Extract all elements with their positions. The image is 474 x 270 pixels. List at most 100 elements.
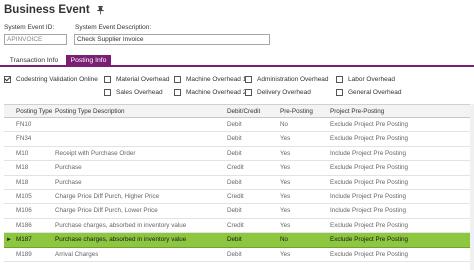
page-title: Business Event: [4, 4, 90, 16]
tab-bar: Transaction Info Posting Info: [0, 55, 474, 67]
debit-credit-cell[interactable]: Debit: [227, 176, 242, 189]
table-row[interactable]: ► M187 Purchase charges, absorbed in inven…: [4, 233, 471, 248]
checkbox[interactable]: [104, 76, 111, 83]
checkbox-label: Labor Overhead: [348, 76, 395, 83]
posting-type-cell[interactable]: M106: [16, 204, 32, 217]
column-header-pre-posting[interactable]: Pre-Posting: [280, 105, 313, 117]
project-pre-posting-cell[interactable]: Include Project Pre Posting: [330, 190, 406, 203]
pre-posting-cell[interactable]: Yes: [280, 147, 290, 160]
posting-type-cell[interactable]: M18: [16, 176, 28, 189]
checkbox[interactable]: [245, 76, 252, 83]
checkbox[interactable]: [245, 89, 252, 96]
project-pre-posting-cell[interactable]: Exclude Project Pre Posting: [330, 161, 408, 174]
checkbox[interactable]: [174, 76, 181, 83]
table-row[interactable]: M18 Purchase Credit Yes Exclude Project Pre …: [4, 161, 471, 176]
description-cell[interactable]: Charge Price Diff Purch, Lower Price: [55, 204, 158, 217]
pre-posting-cell[interactable]: No: [280, 233, 288, 246]
machine-overhead-1-checkbox[interactable]: Machine Overhead 1: [174, 76, 246, 83]
description-cell[interactable]: Receipt with Purchase Order: [55, 147, 136, 160]
table-row[interactable]: M10 Receipt with Purchase Order Debit Yes In…: [4, 147, 471, 162]
project-pre-posting-cell[interactable]: Exclude Project Pre Posting: [330, 176, 408, 189]
administration-overhead-checkbox[interactable]: Administration Overhead: [245, 76, 329, 83]
event-id-field[interactable]: APINVOICE: [4, 34, 67, 45]
column-header-debit-credit[interactable]: Debit/Credit: [227, 105, 260, 117]
description-cell[interactable]: Purchase charges, absorbed in inventory …: [55, 233, 186, 246]
table-row[interactable]: M105 Charge Price Diff Purch, Higher Pric…: [4, 190, 471, 205]
material-overhead-checkbox[interactable]: Material Overhead: [104, 76, 169, 83]
debit-credit-cell[interactable]: Debit: [227, 248, 242, 261]
pre-posting-cell[interactable]: No: [280, 118, 288, 131]
pre-posting-cell[interactable]: Yes: [280, 219, 290, 232]
posting-type-cell[interactable]: FN10: [16, 118, 31, 131]
table-row[interactable]: FN34 Debit Yes Exclude Project Pre Posting: [4, 132, 471, 147]
title-row: Business Event: [4, 3, 105, 17]
posting-type-cell[interactable]: M189: [16, 248, 32, 261]
pre-posting-cell[interactable]: Yes: [280, 176, 290, 189]
column-header-posting-type[interactable]: Posting Type: [16, 105, 52, 117]
table-header: Posting Type Posting Type Description De…: [4, 104, 471, 118]
vertical-scrollbar[interactable]: [470, 104, 474, 270]
checkbox-label: Codestring Validation Online: [16, 76, 98, 83]
posting-type-cell[interactable]: M105: [16, 190, 32, 203]
debit-credit-cell[interactable]: Credit: [227, 161, 244, 174]
project-pre-posting-cell[interactable]: Exclude Project Pre Posting: [330, 132, 408, 145]
checkbox-label: Material Overhead: [116, 76, 170, 83]
project-pre-posting-cell[interactable]: Exclude Project Pre Posting: [330, 219, 408, 232]
debit-credit-cell[interactable]: Debit: [227, 132, 242, 145]
checkbox-label: Administration Overhead: [257, 76, 329, 83]
checkbox[interactable]: [174, 89, 181, 96]
description-cell[interactable]: Purchase charges, absorbed in inventory …: [55, 219, 186, 232]
project-pre-posting-cell[interactable]: Exclude Project Pre Posting: [330, 248, 408, 261]
project-pre-posting-cell[interactable]: Exclude Project Pre Posting: [330, 118, 408, 131]
pre-posting-cell[interactable]: Yes: [280, 132, 290, 145]
debit-credit-cell[interactable]: Debit: [227, 118, 242, 131]
posting-type-cell[interactable]: M18: [16, 161, 28, 174]
debit-credit-cell[interactable]: Debit: [227, 233, 242, 246]
tab-posting-info[interactable]: Posting Info: [66, 55, 111, 67]
codestring-validation-checkbox[interactable]: Codestring Validation Online: [4, 76, 98, 83]
column-header-description[interactable]: Posting Type Description: [55, 105, 125, 117]
description-cell[interactable]: Arrival Charges: [55, 248, 98, 261]
posting-type-cell[interactable]: M186: [16, 219, 32, 232]
pre-posting-cell[interactable]: Yes: [280, 190, 290, 203]
posting-type-cell[interactable]: M187: [16, 233, 32, 246]
table-row[interactable]: M18 Purchase Debit Yes Exclude Project Pre P…: [4, 176, 471, 190]
project-pre-posting-cell[interactable]: Exclude Project Pre Posting: [330, 233, 408, 246]
description-cell[interactable]: Charge Price Diff Purch, Higher Price: [55, 190, 159, 203]
project-pre-posting-cell[interactable]: Include Project Pre Posting: [330, 204, 406, 217]
description-label: System Event Description:: [75, 24, 152, 31]
pin-icon[interactable]: [96, 5, 105, 15]
posting-type-cell[interactable]: M10: [16, 147, 28, 160]
checkbox[interactable]: [104, 89, 111, 96]
general-overhead-checkbox[interactable]: General Overhead: [336, 89, 401, 96]
machine-overhead-2-checkbox[interactable]: Machine Overhead 2: [174, 89, 246, 96]
checkbox-label: Machine Overhead 2: [186, 89, 247, 96]
checkbox[interactable]: [336, 76, 343, 83]
checkbox-label: Delivery Overhead: [257, 89, 311, 96]
column-header-project-pre-posting[interactable]: Project Pre-Posting: [330, 105, 384, 117]
debit-credit-cell[interactable]: Debit: [227, 147, 242, 160]
description-cell[interactable]: Purchase: [55, 176, 82, 189]
checkbox-checked[interactable]: [4, 76, 11, 83]
project-pre-posting-cell[interactable]: Include Project Pre Posting: [330, 147, 406, 160]
table-row[interactable]: M186 Purchase charges, absorbed in invent…: [4, 219, 471, 234]
delivery-overhead-checkbox[interactable]: Delivery Overhead: [245, 89, 311, 96]
description-cell[interactable]: Purchase: [55, 161, 82, 174]
pre-posting-cell[interactable]: Yes: [280, 204, 290, 217]
debit-credit-cell[interactable]: Debit: [227, 204, 242, 217]
table-row[interactable]: FN10 Debit No Exclude Project Pre Posting: [4, 118, 471, 133]
posting-type-cell[interactable]: FN34: [16, 132, 31, 145]
debit-credit-cell[interactable]: Credit: [227, 190, 244, 203]
table-row[interactable]: M189 Arrival Charges Debit Yes Exclude Proje…: [4, 248, 471, 262]
labor-overhead-checkbox[interactable]: Labor Overhead: [336, 76, 395, 83]
description-field[interactable]: Check Supplier Invoice: [74, 34, 270, 45]
pre-posting-cell[interactable]: Yes: [280, 248, 290, 261]
checkbox[interactable]: [336, 89, 343, 96]
checkbox-label: Machine Overhead 1: [186, 76, 247, 83]
tab-transaction-info[interactable]: Transaction Info: [4, 55, 64, 67]
pre-posting-cell[interactable]: Yes: [280, 161, 290, 174]
debit-credit-cell[interactable]: Credit: [227, 219, 244, 232]
table-row[interactable]: M106 Charge Price Diff Purch, Lower Price…: [4, 204, 471, 219]
sales-overhead-checkbox[interactable]: Sales Overhead: [104, 89, 163, 96]
selected-row-indicator-icon: ►: [6, 237, 12, 244]
